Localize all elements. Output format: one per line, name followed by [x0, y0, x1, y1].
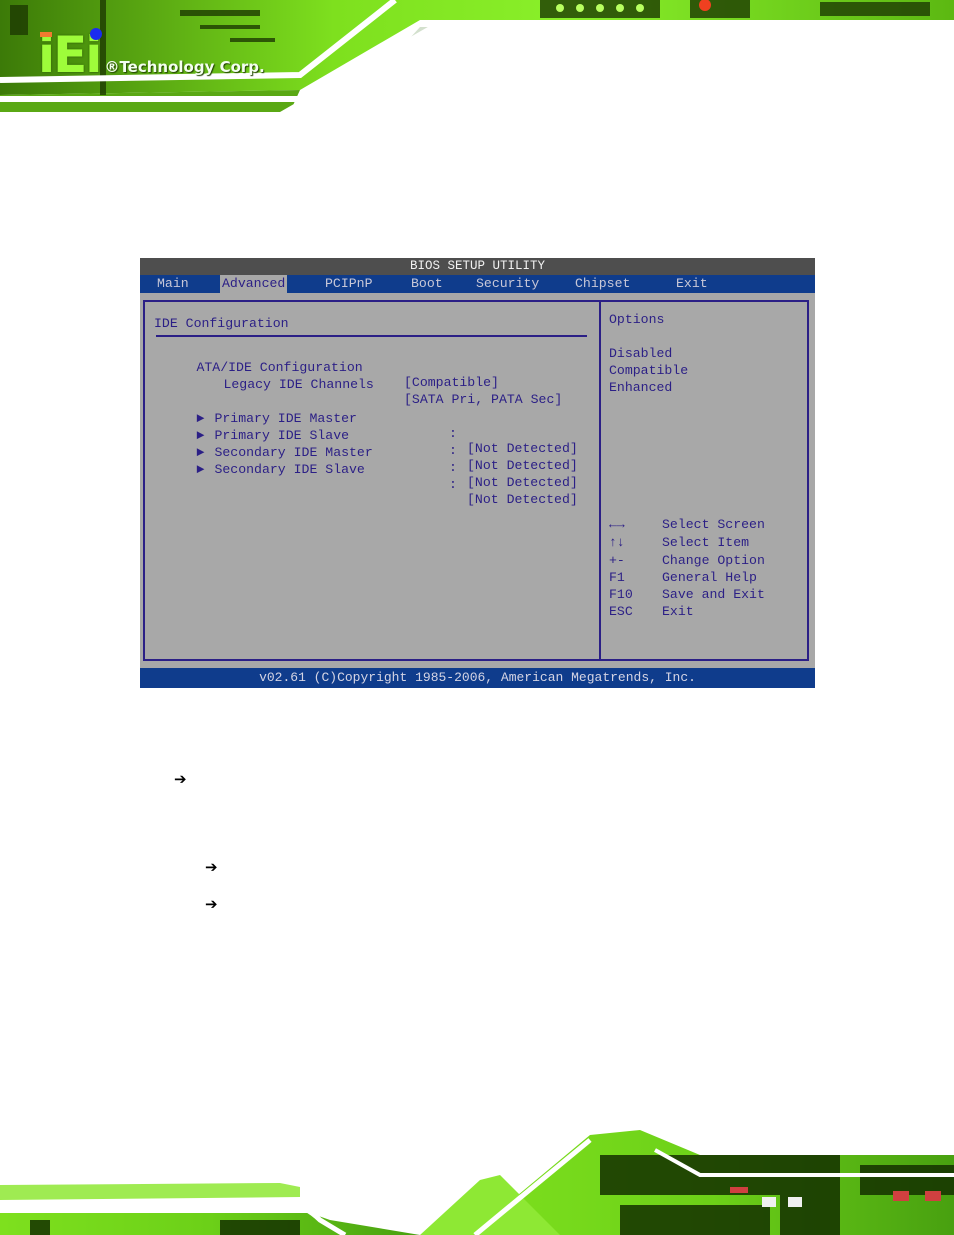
bios-title: BIOS SETUP UTILITY	[140, 258, 815, 275]
menu-tab-advanced[interactable]: Advanced	[220, 275, 288, 293]
circuit-board-graphic	[0, 1125, 954, 1235]
key-desc: Save and Exit	[662, 587, 765, 602]
key-esc: ESC	[609, 604, 633, 619]
section-divider	[156, 335, 587, 337]
setting-label: Legacy IDE Channels	[223, 377, 374, 392]
logo-dash-icon	[40, 32, 52, 37]
logo-text: ®Technology Corp.	[104, 58, 265, 76]
option-compatible: Compatible	[609, 363, 689, 378]
submenu-arrow-icon: ►	[196, 462, 205, 477]
help-title: Options	[609, 312, 665, 327]
arrow-left-right-icon: ←→	[609, 517, 625, 532]
header-banner: iEi ®Technology Corp.	[0, 0, 954, 112]
company-logo: iEi ®Technology Corp.	[38, 28, 265, 80]
key-desc: Change Option	[662, 553, 765, 568]
key-desc: Select Item	[662, 535, 750, 550]
bios-copyright-footer: v02.61 (C)Copyright 1985-2006, American …	[140, 668, 815, 688]
settings-panel: IDE Configuration ATA/IDE Configuration …	[143, 300, 601, 661]
option-disabled: Disabled	[609, 346, 673, 361]
menu-tab-exit[interactable]: Exit	[674, 275, 710, 293]
bullet-arrow-icon: ➔	[174, 770, 187, 788]
footer-banner	[0, 1125, 954, 1235]
logo-dot-icon	[90, 28, 102, 40]
menu-tab-boot[interactable]: Boot	[409, 275, 445, 293]
section-title: IDE Configuration	[154, 316, 289, 331]
bios-menu-bar: Main Advanced PCIPnP Boot Security Chips…	[140, 275, 815, 293]
bios-setup-screen: BIOS SETUP UTILITY Main Advanced PCIPnP …	[140, 258, 815, 688]
key-plus-minus: +-	[609, 553, 625, 568]
menu-tab-main[interactable]: Main	[155, 275, 191, 293]
submenu-value: [Not Detected]	[467, 492, 578, 507]
key-desc: Exit	[662, 604, 694, 619]
bullet-arrow-icon: ➔	[205, 858, 218, 876]
menu-tab-pcipnp[interactable]: PCIPnP	[323, 275, 374, 293]
arrow-up-down-icon: ↑↓	[609, 535, 625, 550]
submenu-separator: :	[449, 477, 457, 492]
help-panel: Options Disabled Compatible Enhanced ←→ …	[599, 300, 809, 661]
key-f10: F10	[609, 587, 633, 602]
option-enhanced: Enhanced	[609, 380, 673, 395]
key-desc: Select Screen	[662, 517, 765, 532]
menu-tab-chipset[interactable]: Chipset	[573, 275, 632, 293]
key-f1: F1	[609, 570, 625, 585]
submenu-secondary-ide-slave[interactable]: ► Secondary IDE Slave : [Not Detected]	[149, 447, 589, 522]
key-desc: General Help	[662, 570, 757, 585]
menu-tab-security[interactable]: Security	[474, 275, 541, 293]
bullet-arrow-icon: ➔	[205, 895, 218, 913]
submenu-label: Secondary IDE Slave	[214, 462, 365, 477]
